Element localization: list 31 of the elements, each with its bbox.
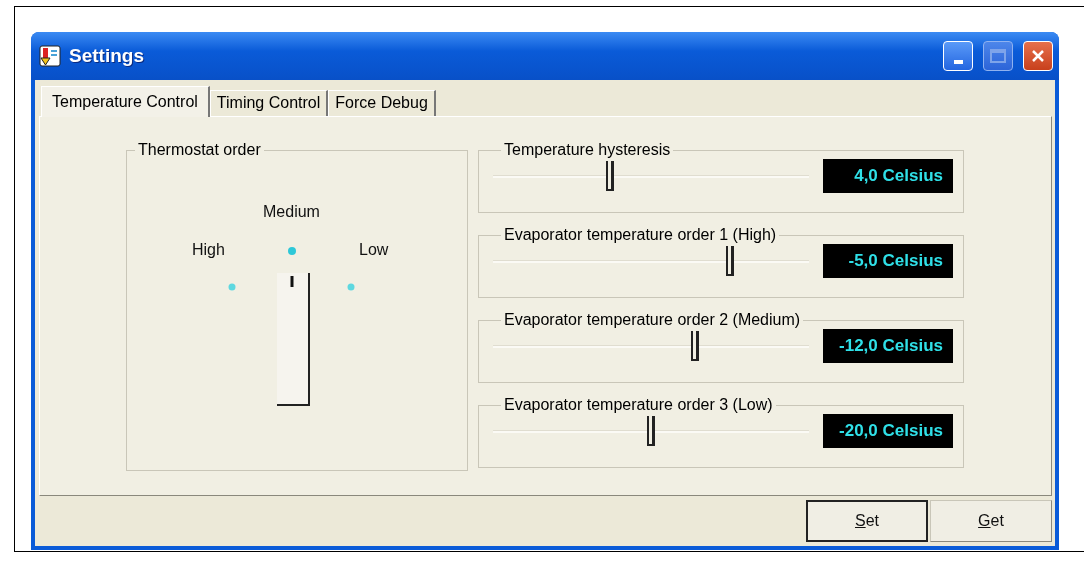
maximize-button[interactable] bbox=[983, 41, 1013, 71]
position-dot[interactable] bbox=[288, 247, 296, 255]
window-title: Settings bbox=[69, 45, 144, 67]
tab[interactable]: Timing Control bbox=[209, 90, 329, 116]
slider-thumb[interactable] bbox=[605, 161, 614, 191]
value-display: -20,0 Celsius bbox=[823, 414, 953, 448]
value-display: 4,0 Celsius bbox=[823, 159, 953, 193]
value-display: -5,0 Celsius bbox=[823, 244, 953, 278]
position-dot[interactable] bbox=[228, 283, 236, 291]
thermostat-slider[interactable] bbox=[276, 272, 310, 406]
group-title: Evaporator temperature order 1 (High) bbox=[503, 226, 778, 244]
minimize-button[interactable] bbox=[943, 41, 973, 71]
action-button[interactable]: Get bbox=[930, 500, 1052, 542]
position-dot[interactable] bbox=[347, 283, 355, 291]
slider-thumb[interactable] bbox=[726, 246, 734, 276]
group-title: Evaporator temperature order 2 (Medium) bbox=[503, 311, 802, 329]
group-title: Evaporator temperature order 3 (Low) bbox=[503, 396, 774, 414]
action-button[interactable]: Set bbox=[806, 500, 928, 542]
close-button[interactable] bbox=[1023, 41, 1053, 71]
option-label: Low bbox=[359, 241, 389, 258]
tab[interactable]: Force Debug bbox=[328, 90, 436, 116]
option-label: High bbox=[192, 241, 225, 258]
slider-thumb[interactable] bbox=[647, 416, 655, 446]
tab[interactable]: Temperature Control bbox=[41, 86, 210, 117]
value-display: -12,0 Celsius bbox=[823, 329, 953, 363]
group-title: Thermostat order bbox=[137, 141, 262, 159]
group-title: Temperature hysteresis bbox=[503, 141, 672, 159]
slider-thumb[interactable] bbox=[691, 331, 700, 361]
thermometer-icon bbox=[39, 45, 61, 67]
option-label: Medium bbox=[263, 203, 320, 220]
close-icon bbox=[1030, 48, 1046, 64]
